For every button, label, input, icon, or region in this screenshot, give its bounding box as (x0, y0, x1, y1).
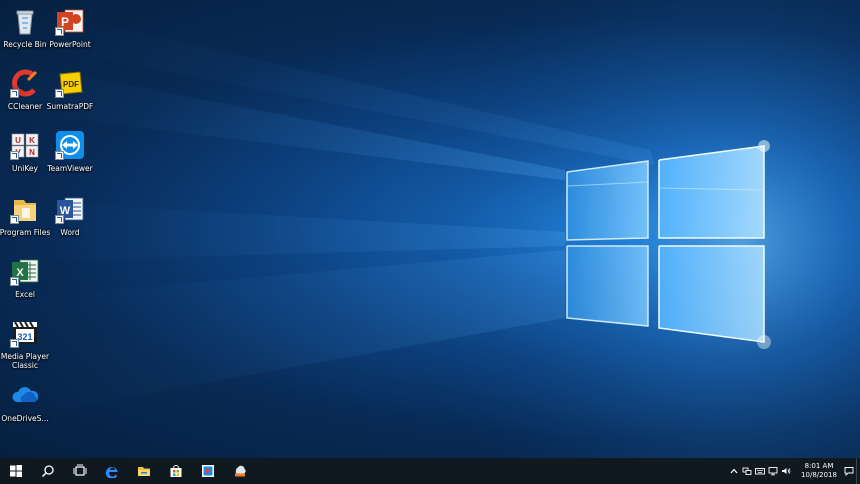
desktop-icon-sumatrapdf[interactable]: PDF SumatraPDF (45, 68, 95, 111)
desktop-icon-label: PowerPoint (49, 40, 91, 49)
shortcut-arrow-icon (10, 215, 19, 224)
edge-taskbar-button[interactable] (96, 458, 128, 484)
excel-icon: X (10, 256, 40, 286)
unikey-glyph: U (15, 136, 21, 145)
desktop-icon-label: OneDriveS... (1, 414, 49, 423)
desktop-icon-label: SumatraPDF (46, 102, 94, 111)
shortcut-arrow-icon (10, 277, 19, 286)
desktop-icon-teamviewer[interactable]: TeamViewer (45, 130, 95, 173)
shortcut-arrow-icon (55, 89, 64, 98)
shortcut-arrow-icon (55, 27, 64, 36)
shortcut-arrow-icon (10, 151, 19, 160)
search-button[interactable] (32, 458, 64, 484)
notifications-icon (844, 467, 854, 476)
teamviewer-icon (55, 130, 85, 160)
word-icon: W (55, 194, 85, 224)
display-tray-button[interactable] (767, 458, 779, 484)
unikey-glyph: K (29, 136, 35, 145)
sumatrapdf-icon: PDF (55, 68, 85, 98)
shortcut-arrow-icon (55, 215, 64, 224)
shortcut-arrow-icon (10, 89, 19, 98)
monitor-icon (768, 467, 778, 476)
media-player-classic-icon: 321 (10, 318, 40, 348)
network-icon (742, 467, 752, 475)
onedrive-icon (10, 380, 40, 410)
show-desktop-button[interactable] (856, 458, 860, 484)
show-hidden-icons-button[interactable] (728, 458, 740, 484)
windows-start-icon (10, 465, 22, 477)
clock-time: 8:01 AM (804, 462, 834, 470)
system-tray: 8:01 AM 10/8/2018 (728, 458, 860, 484)
taskbar: 8:01 AM 10/8/2018 (0, 458, 860, 484)
shortcut-arrow-icon (55, 151, 64, 160)
ccleaner-icon (10, 68, 40, 98)
volume-tray-button[interactable] (780, 458, 792, 484)
media-player-classic-glyph: 321 (17, 332, 32, 342)
network-tray-button[interactable] (741, 458, 753, 484)
desktop-icon-onedrive[interactable]: OneDriveS... (0, 380, 50, 423)
clock-date: 10/8/2018 (801, 471, 837, 479)
edge-browser-icon (105, 466, 118, 478)
task-view-button[interactable] (64, 458, 96, 484)
taskbar-clock[interactable]: 8:01 AM 10/8/2018 (796, 462, 842, 480)
volume-icon (782, 468, 791, 474)
desktop-icon-label: Excel (15, 290, 35, 299)
desktop-icon-label: TeamViewer (47, 164, 93, 173)
windows-hero-wallpaper (0, 0, 860, 458)
shortcut-arrow-icon (10, 339, 19, 348)
desktop-icon-media-player-classic[interactable]: 321 Media Player Classic (0, 318, 50, 370)
chevron-up-icon (730, 468, 738, 474)
desktop[interactable]: Recycle Bin P PowerPoint CCleaner PDF Su… (0, 0, 860, 458)
store-icon (170, 465, 182, 477)
network-drive-taskbar-button[interactable] (224, 458, 256, 484)
sumatrapdf-glyph: PDF (63, 80, 79, 89)
recycle-bin-icon (10, 6, 40, 36)
desktop-icon-word[interactable]: W Word (45, 194, 95, 237)
unikey-icon: U K V N (10, 130, 40, 160)
unikey-glyph: N (29, 148, 35, 157)
keyboard-icon (755, 468, 765, 475)
desktop-icon-label: Media Player Classic (0, 352, 50, 370)
media-player-icon (202, 465, 214, 477)
task-view-icon (73, 464, 87, 476)
keyboard-tray-button[interactable] (754, 458, 766, 484)
media-player-taskbar-button[interactable] (192, 458, 224, 484)
desktop-icon-excel[interactable]: X Excel (0, 256, 50, 299)
file-explorer-icon (138, 467, 150, 476)
action-center-button[interactable] (842, 458, 856, 484)
folder-icon (10, 194, 40, 224)
file-explorer-taskbar-button[interactable] (128, 458, 160, 484)
desktop-icon-label: Word (60, 228, 80, 237)
network-drive-icon (235, 465, 246, 477)
desktop-icon-powerpoint[interactable]: P PowerPoint (45, 6, 95, 49)
start-button[interactable] (0, 458, 32, 484)
store-taskbar-button[interactable] (160, 458, 192, 484)
search-icon (41, 465, 54, 478)
powerpoint-icon: P (55, 6, 85, 36)
